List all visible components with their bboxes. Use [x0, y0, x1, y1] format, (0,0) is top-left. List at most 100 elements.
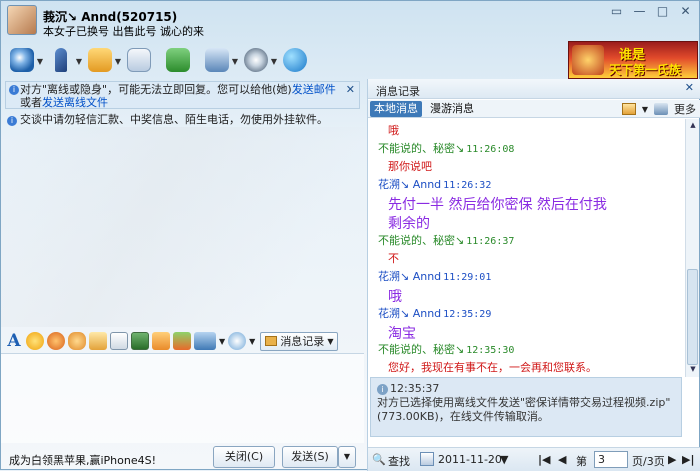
remote-assist-icon: [205, 48, 229, 72]
history-tabs: 本地消息 漫游消息 ▼ 更多: [368, 100, 700, 118]
qq-show-icon[interactable]: [228, 332, 247, 350]
message-sender: 不能说的、秘密↘: [378, 234, 465, 247]
qq-show-dropdown-icon[interactable]: ▼: [249, 337, 255, 346]
message-input[interactable]: [1, 353, 364, 443]
send-options-button[interactable]: ▼: [338, 446, 356, 468]
tab-local-messages[interactable]: 本地消息: [370, 101, 422, 117]
globe-icon: [283, 48, 307, 72]
warning-text: 交谈中请勿轻信汇款、中奖信息、陌生电话，勿使用外挂软件。: [20, 113, 328, 126]
message-sender: 不能说的、秘密↘: [378, 343, 465, 356]
emoticon-icon[interactable]: [26, 332, 44, 350]
chat-display-area[interactable]: [1, 127, 366, 327]
image-icon[interactable]: [131, 332, 149, 350]
view-dropdown-icon[interactable]: ▼: [642, 105, 648, 114]
message-text: 剩余的: [388, 216, 430, 232]
shake-window-icon[interactable]: [68, 332, 86, 350]
settings-button[interactable]: ▼: [241, 45, 277, 75]
scroll-down-icon[interactable]: ▼: [688, 365, 698, 375]
message-sender: 花溯↘ Annd: [378, 178, 442, 191]
history-tools: ▼ 更多: [621, 101, 696, 117]
message-sender: 花溯↘ Annd: [378, 307, 442, 320]
magic-emoticon-icon[interactable]: [47, 332, 65, 350]
tab-roaming-messages[interactable]: 漫游消息: [426, 101, 478, 117]
ad-line2: 天下第一氏族: [609, 63, 682, 77]
restore-skin-button[interactable]: ▭: [605, 3, 628, 20]
notice-text: 对方"离线或隐身"，可能无法立即回复。您可以给他(她): [20, 83, 292, 96]
email-button[interactable]: [124, 45, 160, 75]
more-link[interactable]: 更多: [674, 101, 696, 117]
message-sender-line: 花溯↘ Annd 12:35:29: [378, 305, 491, 321]
webcam-icon: [10, 48, 34, 72]
scroll-thumb[interactable]: [687, 269, 698, 365]
browser-button[interactable]: [280, 45, 316, 75]
message-sender-line: 不能说的、秘密↘ 12:35:30: [378, 341, 514, 357]
microphone-icon: [55, 48, 67, 72]
last-page-icon[interactable]: ▶|: [682, 453, 694, 466]
scroll-up-icon[interactable]: ▲: [688, 121, 698, 131]
page-number-input[interactable]: 3: [594, 451, 628, 468]
date-dropdown-icon[interactable]: ▼: [500, 453, 508, 466]
avatar[interactable]: [7, 5, 37, 35]
history-messages: 哦不能说的、秘密↘ 11:26:08 那你说吧 花溯↘ Annd 11:26:32 先付一…: [368, 119, 686, 377]
close-history-icon[interactable]: ✕: [685, 81, 694, 94]
message-sender-line: 不能说的、秘密↘ 11:26:37: [378, 232, 514, 248]
send-file-button[interactable]: ▼: [85, 45, 121, 75]
chat-pane: i 对方"离线或隐身"，可能无法立即回复。您可以给他(她)发送邮件或者发送离线文…: [1, 79, 366, 451]
folder-icon: [88, 48, 112, 72]
ad-banner[interactable]: 谁是 天下第一氏族: [568, 41, 698, 79]
close-notice-icon[interactable]: ✕: [346, 83, 355, 96]
date-label[interactable]: 2011-11-20: [438, 453, 502, 466]
gift-icon[interactable]: [173, 332, 191, 350]
find-label[interactable]: 查找: [388, 453, 410, 469]
notice-or: 或者: [20, 96, 42, 109]
screenshot-dropdown-icon[interactable]: ▼: [219, 337, 225, 346]
history-title: 消息记录: [376, 85, 420, 98]
prev-page-icon[interactable]: ◀: [558, 453, 566, 466]
chat-window: 莪沉↘ Annd(520715) 本女子已换号 出售此号 诚心的来 ▭ — □ …: [0, 0, 700, 471]
page-suffix: 页/3页: [632, 455, 665, 468]
calendar-icon[interactable]: [420, 452, 434, 466]
history-footer: 🔍 查找 2011-11-20 ▼ |◀ ◀ 第 3 页/3页 ▶ ▶|: [368, 447, 700, 471]
message-time: 11:26:08: [466, 144, 515, 155]
app-box-button[interactable]: [163, 45, 199, 75]
contact-signature: 本女子已换号 出售此号 诚心的来: [43, 25, 204, 38]
find-icon[interactable]: 🔍: [372, 453, 386, 466]
message-text: 淘宝: [388, 326, 416, 342]
next-page-icon[interactable]: ▶: [668, 453, 676, 466]
voice-message-icon[interactable]: [89, 332, 107, 350]
history-panel: 消息记录 ✕ 本地消息 漫游消息 ▼ 更多 哦不能说的、秘密↘ 11:26:08 那…: [367, 79, 700, 471]
message-text: 您好，我现在有事不在，一会再和您联系。: [388, 361, 597, 374]
minimize-button[interactable]: —: [628, 3, 651, 20]
system-message-line2: (773.00KB)，在线文件传输取消。: [377, 410, 549, 423]
message-text: 先付一半 然后给你密保 然后在付我: [388, 197, 607, 213]
screenshot-icon[interactable]: [194, 332, 216, 350]
remote-assist-button[interactable]: ▼: [202, 45, 238, 75]
history-scrollbar[interactable]: ▲ ▼: [685, 119, 699, 377]
close-button[interactable]: 关闭(C): [213, 446, 275, 468]
send-offline-file-link[interactable]: 发送离线文件: [42, 96, 108, 109]
message-history-button[interactable]: 消息记录 ▼: [260, 331, 339, 351]
title-bar: 莪沉↘ Annd(520715) 本女子已换号 出售此号 诚心的来 ▭ — □ …: [1, 1, 700, 41]
send-button[interactable]: 发送(S): [282, 446, 338, 468]
maximize-button[interactable]: □: [651, 3, 674, 20]
promo-link[interactable]: 成为白领黑苹果,赢iPhone4S!: [9, 452, 156, 468]
speaker-icon[interactable]: [654, 103, 668, 115]
history-view-icon[interactable]: [621, 103, 636, 115]
first-page-icon[interactable]: |◀: [538, 453, 550, 466]
ad-image: [572, 45, 604, 75]
voice-call-button[interactable]: ▼: [46, 45, 82, 75]
video-call-button[interactable]: ▼: [7, 45, 43, 75]
message-sender-line: 花溯↘ Annd 11:29:01: [378, 268, 491, 284]
message-time: 11:26:37: [466, 236, 515, 247]
close-window-button[interactable]: ✕: [674, 3, 697, 20]
font-icon[interactable]: A: [5, 331, 23, 351]
main-toolbar: ▼ ▼ ▼ ▼ ▼: [7, 45, 316, 75]
info-icon: i: [9, 85, 19, 95]
doodle-icon[interactable]: [110, 332, 128, 350]
send-email-link[interactable]: 发送邮件: [292, 83, 336, 96]
music-icon[interactable]: [152, 332, 170, 350]
info-icon: i: [7, 116, 17, 126]
message-text: 不: [388, 252, 399, 265]
history-icon: [265, 336, 278, 346]
message-text: 哦: [388, 289, 402, 305]
